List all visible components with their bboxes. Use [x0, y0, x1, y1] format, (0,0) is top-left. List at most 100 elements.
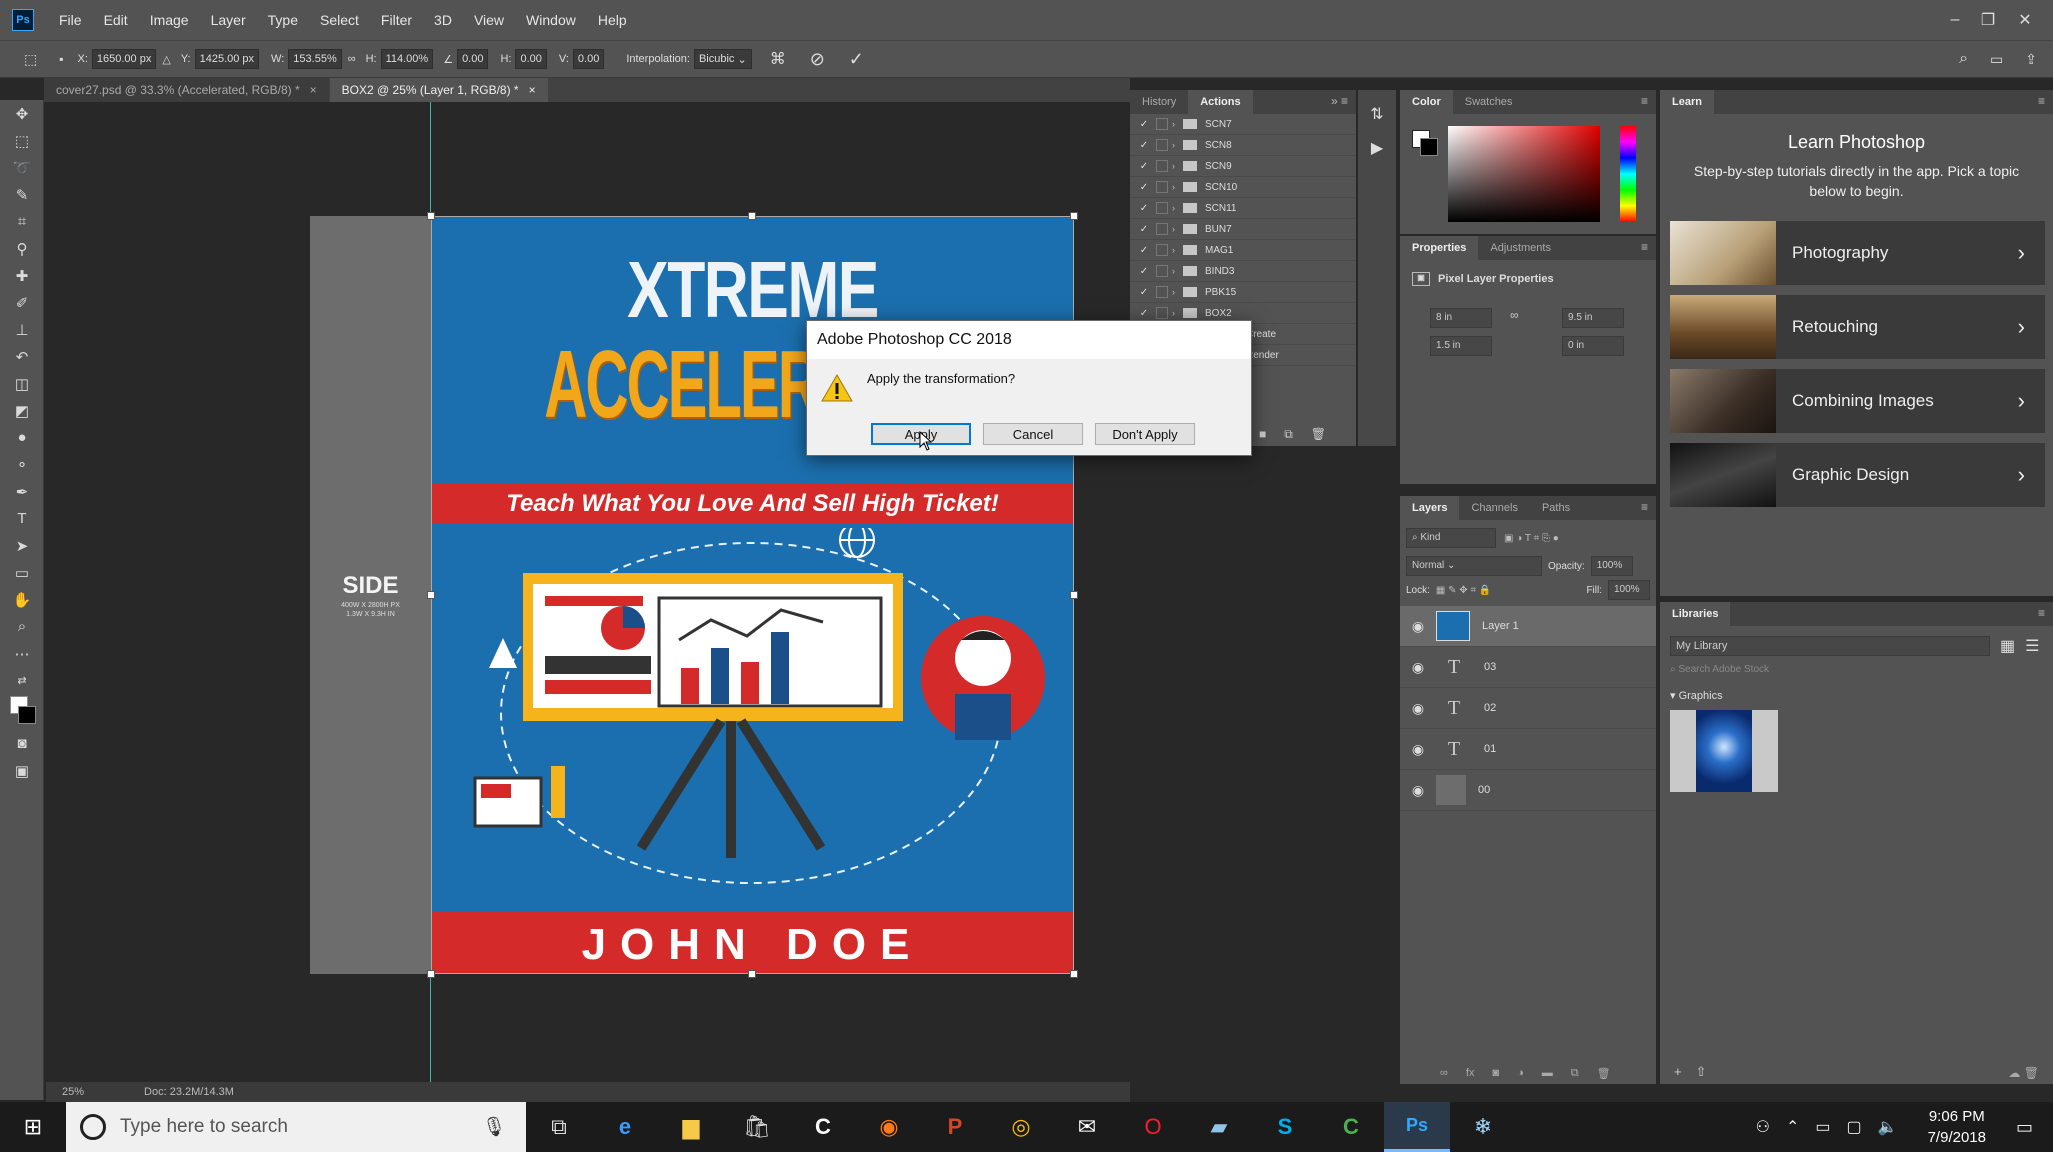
- eraser-tool-icon[interactable]: ◫: [0, 370, 44, 397]
- close-icon[interactable]: ✕: [2005, 0, 2045, 40]
- check-icon[interactable]: ✓: [1136, 245, 1152, 256]
- restore-icon[interactable]: ❐: [1968, 0, 2008, 40]
- panel-menu-icon[interactable]: » ≡: [1331, 94, 1348, 108]
- tab-swatches[interactable]: Swatches: [1453, 90, 1525, 114]
- learn-card-combining-images[interactable]: Combining Images ›: [1670, 369, 2045, 433]
- grid-view-icon[interactable]: ▦: [2000, 636, 2015, 656]
- tab-close-icon[interactable]: ×: [529, 83, 536, 97]
- marquee-tool-icon[interactable]: ⬚: [0, 127, 44, 154]
- action-set-item[interactable]: ✓ › PBK15: [1130, 282, 1356, 303]
- layer-row[interactable]: ◉ 00: [1400, 770, 1656, 811]
- canvas-area[interactable]: SIDE 400W X 2800H PX 1.3W X 9.3H IN XTRE…: [46, 102, 1130, 1082]
- transform-handle[interactable]: [1070, 591, 1078, 599]
- microphone-icon[interactable]: 🎙: [482, 1115, 506, 1139]
- expand-chevron-icon[interactable]: ›: [1172, 224, 1175, 234]
- graphics-section-header[interactable]: ▾ Graphics: [1670, 689, 2043, 702]
- height-field[interactable]: 9.5 in: [1562, 308, 1624, 328]
- play-icon[interactable]: ▶: [1358, 138, 1396, 158]
- v-skew-field[interactable]: 0.00: [572, 49, 605, 69]
- warp-icon[interactable]: ⌘: [770, 49, 786, 69]
- camtasia-icon[interactable]: C: [790, 1102, 856, 1152]
- link-icon[interactable]: ∞: [348, 53, 356, 65]
- swap-colors-icon[interactable]: ⇄: [0, 667, 44, 694]
- background-color[interactable]: [18, 706, 36, 724]
- toggle-dialog-box[interactable]: [1156, 118, 1168, 130]
- quick-select-tool-icon[interactable]: ✎: [0, 181, 44, 208]
- camtasia-recorder-icon[interactable]: C: [1318, 1102, 1384, 1152]
- action-set-item[interactable]: ✓ › SCN11: [1130, 198, 1356, 219]
- adjustment-icon[interactable]: ◑: [1517, 1067, 1524, 1080]
- menu-file[interactable]: File: [48, 12, 93, 28]
- reference-point-icon[interactable]: ▪: [59, 52, 63, 66]
- action-set-item[interactable]: ✓ › BIND3: [1130, 261, 1356, 282]
- panel-menu-icon[interactable]: ≡: [2038, 606, 2045, 620]
- transform-handle[interactable]: [427, 970, 435, 978]
- toggle-dialog-box[interactable]: [1156, 286, 1168, 298]
- expand-chevron-icon[interactable]: ›: [1172, 287, 1175, 297]
- cloud-sync-icon[interactable]: ☁ 🗑: [2008, 1066, 2039, 1080]
- interpolation-select[interactable]: Bicubic ⌄: [693, 49, 752, 69]
- menu-edit[interactable]: Edit: [93, 12, 139, 28]
- expand-chevron-icon[interactable]: ›: [1172, 161, 1175, 171]
- learn-card-photography[interactable]: Photography ›: [1670, 221, 2045, 285]
- tray-chevron-icon[interactable]: ⌃: [1786, 1117, 1799, 1137]
- color-swatches[interactable]: [0, 694, 43, 730]
- transform-handle[interactable]: [1070, 970, 1078, 978]
- photoshop-taskbar-icon[interactable]: Ps: [1384, 1102, 1450, 1152]
- hue-slider[interactable]: [1620, 126, 1636, 222]
- brush-settings-icon[interactable]: ⇅: [1358, 104, 1396, 124]
- action-set-item[interactable]: ✓ › SCN10: [1130, 177, 1356, 198]
- toggle-dialog-box[interactable]: [1156, 265, 1168, 277]
- network-icon[interactable]: ▢: [1847, 1117, 1862, 1137]
- learn-card-retouching[interactable]: Retouching ›: [1670, 295, 2045, 359]
- check-icon[interactable]: ✓: [1136, 161, 1152, 172]
- mail-icon[interactable]: ✉: [1054, 1102, 1120, 1152]
- pen-tool-icon[interactable]: ✒: [0, 478, 44, 505]
- tab-adjustments[interactable]: Adjustments: [1478, 236, 1563, 260]
- lasso-tool-icon[interactable]: ➰: [0, 154, 44, 181]
- layer-row[interactable]: ◉ T 01: [1400, 729, 1656, 770]
- blend-mode-select[interactable]: Normal ⌄: [1406, 556, 1542, 576]
- opera-icon[interactable]: O: [1120, 1102, 1186, 1152]
- width-field[interactable]: 153.55%: [288, 49, 342, 69]
- workspace-icon[interactable]: ▭: [1990, 51, 2003, 68]
- fx-icon[interactable]: fx: [1466, 1067, 1475, 1080]
- quick-mask-icon[interactable]: ◙: [0, 730, 44, 757]
- check-icon[interactable]: ✓: [1136, 119, 1152, 130]
- height-field[interactable]: 114.00%: [380, 49, 434, 69]
- tab-history[interactable]: History: [1130, 90, 1188, 114]
- add-icon[interactable]: +: [1674, 1064, 1682, 1080]
- visibility-eye-icon[interactable]: ◉: [1400, 782, 1436, 799]
- trash-icon[interactable]: 🗑: [1311, 427, 1326, 442]
- edge-icon[interactable]: e: [592, 1102, 658, 1152]
- toggle-dialog-box[interactable]: [1156, 244, 1168, 256]
- transform-handle[interactable]: [748, 212, 756, 220]
- clock[interactable]: 9:06 PM 7/9/2018: [1928, 1106, 1986, 1148]
- filter-icons[interactable]: ▣ ◑ T ⌗ ⎘ ●: [1504, 533, 1559, 544]
- tab-cover27[interactable]: cover27.psd @ 33.3% (Accelerated, RGB/8)…: [44, 78, 329, 102]
- tab-properties[interactable]: Properties: [1400, 236, 1479, 260]
- layer-filter-kind[interactable]: ⌕ Kind: [1406, 528, 1496, 548]
- windows-start-icon[interactable]: ⊞: [0, 1102, 66, 1152]
- check-icon[interactable]: ✓: [1136, 182, 1152, 193]
- menu-view[interactable]: View: [463, 12, 515, 28]
- expand-chevron-icon[interactable]: ›: [1172, 245, 1175, 255]
- skype-icon[interactable]: S: [1252, 1102, 1318, 1152]
- check-icon[interactable]: ✓: [1136, 266, 1152, 277]
- path-select-tool-icon[interactable]: ➤: [0, 532, 44, 559]
- new-action-icon[interactable]: ⧉: [1284, 427, 1293, 442]
- delta-icon[interactable]: △: [162, 53, 170, 66]
- tab-layers[interactable]: Layers: [1400, 496, 1460, 520]
- volume-icon[interactable]: 🔈: [1878, 1117, 1898, 1137]
- hand-tool-icon[interactable]: ✋: [0, 586, 44, 613]
- tab-color[interactable]: Color: [1400, 90, 1453, 114]
- menu-filter[interactable]: Filter: [370, 12, 423, 28]
- list-view-icon[interactable]: ☰: [2025, 636, 2039, 656]
- tab-channels[interactable]: Channels: [1459, 496, 1529, 520]
- h-skew-field[interactable]: 0.00: [515, 49, 547, 69]
- transform-handle[interactable]: [1070, 212, 1078, 220]
- new-layer-icon[interactable]: ⧉: [1571, 1067, 1579, 1080]
- healing-tool-icon[interactable]: ✚: [0, 262, 44, 289]
- zoom-level[interactable]: 25%: [62, 1086, 84, 1098]
- crop-tool-icon[interactable]: ⌗: [0, 208, 44, 235]
